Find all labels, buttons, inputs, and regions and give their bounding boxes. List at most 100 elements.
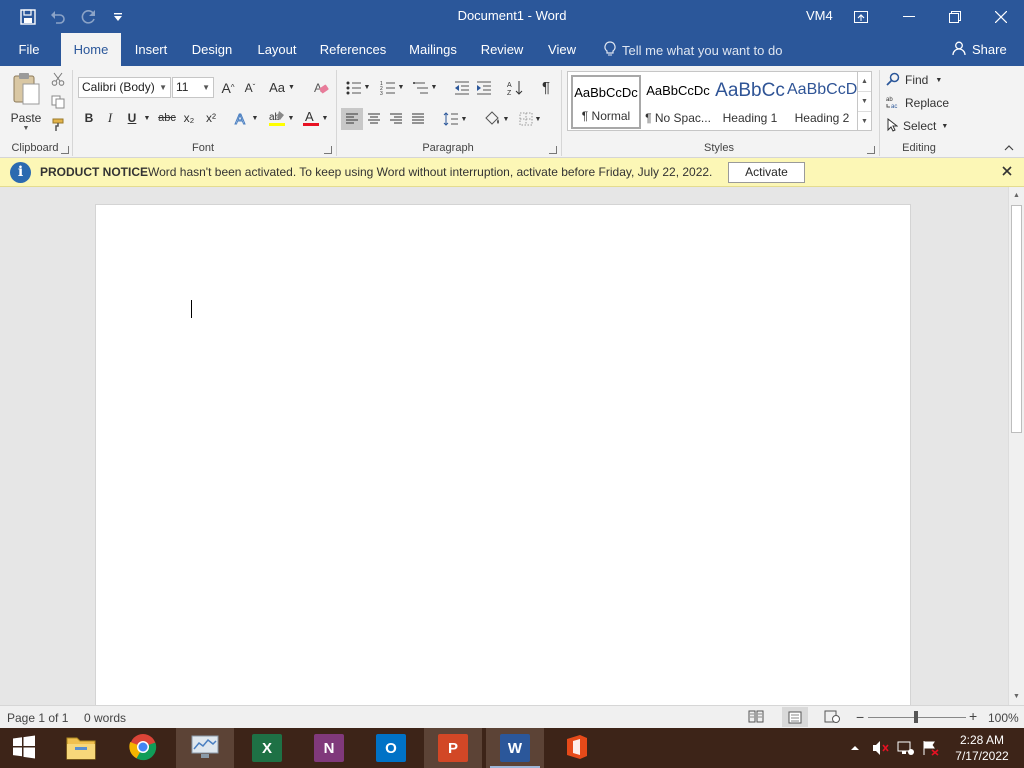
- tab-file[interactable]: File: [8, 33, 50, 66]
- underline-dropdown-icon[interactable]: ▼: [142, 108, 152, 128]
- numbering-button[interactable]: 123 ▼: [376, 77, 408, 98]
- action-center-flag-icon[interactable]: [922, 728, 940, 768]
- justify-icon[interactable]: [408, 108, 428, 130]
- page-count[interactable]: Page 1 of 1: [7, 711, 68, 725]
- more-styles-icon[interactable]: ▼: [858, 112, 871, 132]
- taskbar-file-explorer[interactable]: [52, 728, 110, 768]
- find-button[interactable]: Find ▼: [886, 70, 956, 90]
- chevron-down-icon: ▼: [321, 114, 329, 122]
- taskbar-resource-monitor[interactable]: [176, 728, 234, 768]
- font-size-combo[interactable]: 11 ▼: [172, 77, 214, 98]
- taskbar-word[interactable]: W: [486, 728, 544, 768]
- tab-layout[interactable]: Layout: [250, 33, 304, 66]
- user-name[interactable]: VM4: [806, 8, 833, 23]
- activate-button[interactable]: Activate: [728, 162, 805, 183]
- web-layout-icon[interactable]: [824, 710, 840, 726]
- system-clock[interactable]: 2:28 AM 7/17/2022: [948, 732, 1016, 764]
- cut-icon[interactable]: [49, 70, 67, 88]
- scroll-up-arrow-icon[interactable]: ▲: [1009, 188, 1024, 203]
- italic-button[interactable]: I: [101, 108, 119, 128]
- align-center-icon[interactable]: [364, 108, 384, 130]
- style-normal[interactable]: AaBbCcDc ¶ Normal: [571, 75, 641, 129]
- tab-home[interactable]: Home: [61, 33, 121, 66]
- show-formatting-marks-icon[interactable]: ¶: [536, 77, 556, 98]
- zoom-level[interactable]: 100%: [988, 711, 1019, 725]
- paste-button[interactable]: Paste ▼: [8, 70, 44, 134]
- tab-design[interactable]: Design: [186, 33, 238, 66]
- style-heading-2[interactable]: AaBbCcD Heading 2: [787, 75, 857, 129]
- tab-review[interactable]: Review: [476, 33, 528, 66]
- document-page[interactable]: [95, 204, 911, 705]
- lightbulb-icon: [604, 41, 616, 60]
- tab-insert[interactable]: Insert: [128, 33, 174, 66]
- collapse-ribbon-icon[interactable]: [1002, 142, 1016, 154]
- taskbar-office[interactable]: [548, 728, 606, 768]
- start-button[interactable]: [0, 728, 48, 768]
- zoom-out-icon[interactable]: −: [856, 709, 864, 725]
- borders-button[interactable]: ▼: [514, 108, 546, 130]
- format-painter-icon[interactable]: [49, 116, 67, 134]
- paste-dropdown-icon[interactable]: ▼: [23, 125, 30, 132]
- paragraph-launcher-icon[interactable]: [549, 146, 557, 154]
- vertical-scrollbar[interactable]: ▲ ▼: [1008, 187, 1024, 705]
- line-spacing-button[interactable]: ▼: [440, 108, 470, 130]
- multilevel-list-button[interactable]: ▼: [410, 77, 440, 98]
- taskbar-chrome[interactable]: [114, 728, 172, 768]
- decrease-indent-icon[interactable]: [452, 77, 472, 98]
- scroll-down-arrow-icon[interactable]: ▼: [1009, 689, 1024, 704]
- superscript-button[interactable]: x²: [202, 108, 220, 128]
- print-layout-icon[interactable]: [782, 707, 808, 727]
- select-button[interactable]: Select ▼: [886, 116, 956, 136]
- taskbar-excel[interactable]: X: [238, 728, 296, 768]
- bold-button[interactable]: B: [80, 108, 98, 128]
- tab-mailings[interactable]: Mailings: [402, 33, 464, 66]
- align-left-icon[interactable]: [341, 108, 363, 130]
- style-heading-1[interactable]: AaBbCc Heading 1: [715, 75, 785, 129]
- font-launcher-icon[interactable]: [324, 146, 332, 154]
- clear-formatting-icon[interactable]: A: [310, 77, 332, 98]
- shading-button[interactable]: ▼: [480, 108, 512, 130]
- subscript-button[interactable]: x₂: [180, 108, 198, 128]
- font-color-button[interactable]: A ▼: [300, 108, 330, 128]
- bullets-button[interactable]: ▼: [342, 77, 374, 98]
- word-count[interactable]: 0 words: [84, 711, 126, 725]
- change-case-button[interactable]: Aa ▼: [266, 77, 298, 98]
- network-icon[interactable]: [897, 728, 915, 768]
- text-effects-button[interactable]: A ▼: [232, 108, 260, 128]
- styles-launcher-icon[interactable]: [867, 146, 875, 154]
- scroll-up-icon[interactable]: ▲: [858, 72, 871, 92]
- copy-icon[interactable]: [49, 93, 67, 111]
- sort-icon[interactable]: AZ: [504, 77, 526, 98]
- close-notice-icon[interactable]: [1002, 164, 1012, 179]
- strikethrough-button[interactable]: abc: [156, 108, 178, 128]
- tab-view[interactable]: View: [540, 33, 584, 66]
- shrink-font-icon[interactable]: Aˇ: [240, 77, 260, 98]
- restore-icon[interactable]: [932, 0, 978, 33]
- grow-font-icon[interactable]: A ^: [218, 77, 238, 98]
- show-hidden-icons[interactable]: [850, 728, 860, 768]
- tab-references[interactable]: References: [316, 33, 390, 66]
- tell-me-box[interactable]: Tell me what you want to do: [604, 41, 782, 60]
- replace-button[interactable]: ab ac Replace: [886, 93, 956, 113]
- volume-muted-icon[interactable]: [872, 728, 890, 768]
- zoom-in-icon[interactable]: +: [969, 708, 977, 724]
- font-name-combo[interactable]: Calibri (Body) ▼: [78, 77, 171, 98]
- zoom-slider-thumb[interactable]: [914, 711, 918, 723]
- scroll-thumb[interactable]: [1011, 205, 1022, 433]
- minimize-icon[interactable]: [886, 0, 932, 33]
- share-button[interactable]: Share: [952, 41, 1007, 58]
- scroll-down-icon[interactable]: ▼: [858, 92, 871, 112]
- taskbar-powerpoint[interactable]: P: [424, 728, 482, 768]
- highlight-button[interactable]: ab ▼: [266, 108, 296, 128]
- align-right-icon[interactable]: [386, 108, 406, 130]
- read-mode-icon[interactable]: [748, 710, 764, 726]
- clipboard-icon: [11, 72, 41, 109]
- taskbar-outlook[interactable]: O: [362, 728, 420, 768]
- ribbon-display-options-icon[interactable]: [838, 0, 884, 33]
- taskbar-onenote[interactable]: N: [300, 728, 358, 768]
- increase-indent-icon[interactable]: [474, 77, 494, 98]
- clipboard-launcher-icon[interactable]: [61, 146, 69, 154]
- underline-button[interactable]: U: [123, 108, 141, 128]
- close-icon[interactable]: [978, 0, 1024, 33]
- style-no-spacing[interactable]: AaBbCcDc ¶ No Spac...: [643, 75, 713, 129]
